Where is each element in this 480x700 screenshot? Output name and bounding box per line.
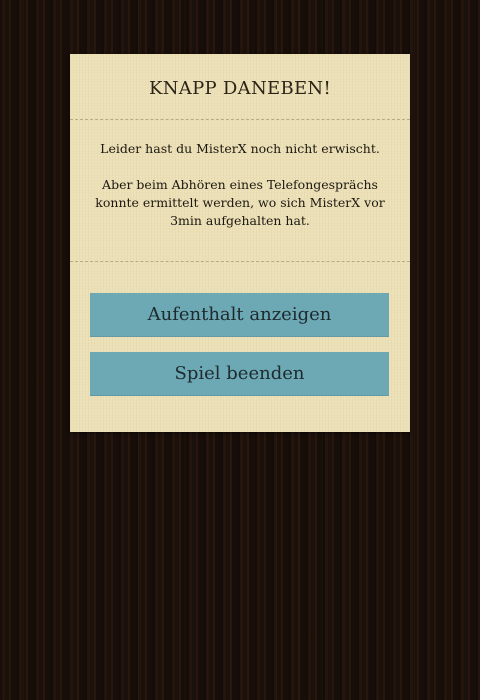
- dialog-title: KNAPP DANEBEN!: [148, 78, 331, 99]
- show-location-button[interactable]: Aufenthalt anzeigen: [90, 293, 389, 337]
- end-game-button[interactable]: Spiel beenden: [90, 352, 389, 396]
- divider-top: [70, 119, 410, 120]
- wood-background: { "dialog": { "title": "KNAPP DANEBEN!",…: [0, 0, 480, 700]
- message-not-caught: Leider hast du MisterX noch nicht erwisc…: [100, 141, 380, 156]
- divider-bottom: [70, 261, 410, 262]
- message-phone-tap: Aber beim Abhören eines Telefongesprächs…: [95, 177, 385, 228]
- result-dialog: KNAPP DANEBEN! Leider hast du MisterX no…: [70, 54, 410, 432]
